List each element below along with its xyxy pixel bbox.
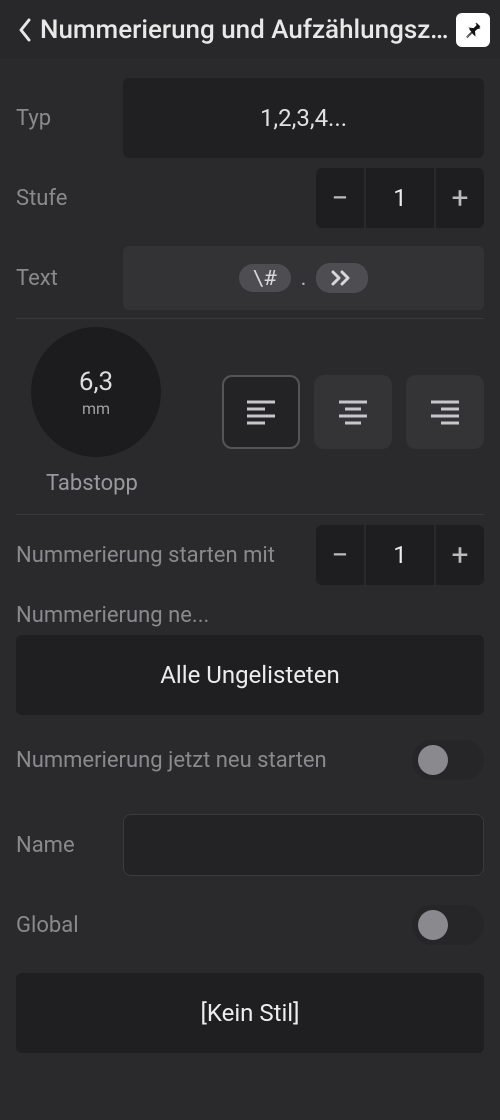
style-button[interactable]: [Kein Stil]	[16, 973, 484, 1053]
tabstop-unit: mm	[82, 399, 110, 418]
level-stepper: − 1 +	[316, 168, 484, 228]
global-toggle[interactable]	[412, 905, 484, 945]
back-button[interactable]	[10, 17, 40, 43]
start-label: Nummerierung starten mit	[16, 543, 304, 568]
text-format-input[interactable]: \# .	[123, 246, 484, 310]
align-right-icon	[427, 394, 463, 430]
tabstop-value: 6,3	[79, 367, 113, 397]
level-label: Stufe	[16, 186, 111, 211]
chevron-left-icon	[17, 17, 33, 43]
start-increment[interactable]: +	[436, 525, 484, 585]
pin-button[interactable]	[456, 13, 490, 47]
double-chevron-right-icon	[330, 270, 354, 286]
align-left-icon	[243, 394, 279, 430]
start-decrement[interactable]: −	[316, 525, 364, 585]
text-token-hash: \#	[239, 264, 291, 292]
text-label: Text	[16, 266, 111, 291]
toggle-knob	[418, 910, 448, 940]
name-input[interactable]	[123, 814, 484, 876]
level-decrement[interactable]: −	[316, 168, 364, 228]
align-center-button[interactable]	[314, 375, 392, 449]
tabstop-value-dial[interactable]: 6,3 mm	[31, 327, 161, 457]
panel-title: Nummerierung und Aufzählungszeichen	[40, 15, 456, 45]
level-value[interactable]: 1	[364, 168, 436, 228]
restart-after-label: Nummerierung ne...	[16, 603, 484, 628]
restart-now-toggle[interactable]	[412, 740, 484, 780]
type-value: 1,2,3,4...	[260, 104, 347, 132]
type-selector[interactable]: 1,2,3,4...	[123, 78, 484, 158]
toggle-knob	[418, 745, 448, 775]
pin-icon	[463, 20, 483, 40]
start-value[interactable]: 1	[364, 525, 436, 585]
restart-now-label: Nummerierung jetzt neu starten	[16, 748, 400, 773]
start-stepper: − 1 +	[316, 525, 484, 585]
global-label: Global	[16, 913, 111, 938]
level-increment[interactable]: +	[436, 168, 484, 228]
name-label: Name	[16, 833, 111, 858]
text-token-tab	[316, 263, 368, 293]
restart-after-button[interactable]: Alle Ungelisteten	[16, 635, 484, 715]
align-right-button[interactable]	[406, 375, 484, 449]
type-label: Typ	[16, 106, 111, 131]
tabstop-label: Tabstopp	[46, 471, 138, 496]
text-separator: .	[301, 266, 307, 291]
align-left-button[interactable]	[222, 375, 300, 449]
align-center-icon	[335, 394, 371, 430]
